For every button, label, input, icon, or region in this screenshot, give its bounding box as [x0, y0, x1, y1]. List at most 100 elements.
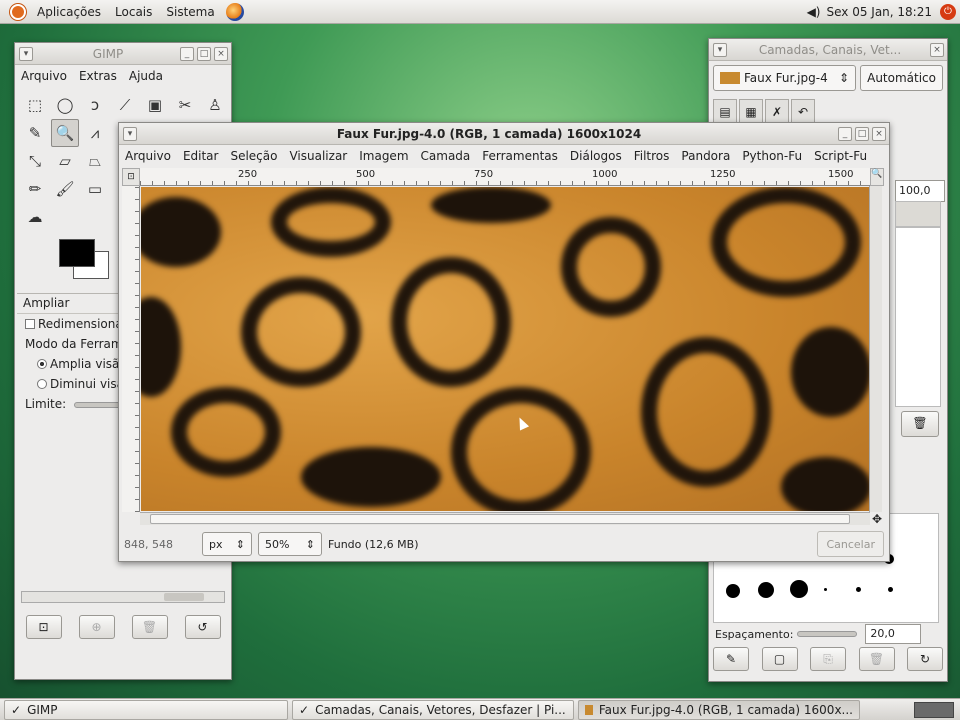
menu-python-fu[interactable]: Python-Fu	[736, 149, 808, 163]
new-brush-icon[interactable]: ▢	[761, 647, 798, 671]
menu-help[interactable]: Ajuda	[123, 69, 169, 83]
menu-applications[interactable]: Aplicações	[30, 5, 108, 19]
menu-system[interactable]: Sistema	[159, 5, 221, 19]
quick-mask-corner-icon[interactable]: ⊡	[122, 168, 140, 186]
maximize-icon[interactable]: □	[197, 46, 211, 61]
image-title: Faux Fur.jpg-4.0 (RGB, 1 camada) 1600x10…	[336, 126, 642, 141]
smudge-icon[interactable]: ☁	[21, 203, 49, 231]
firefox-launcher-icon[interactable]	[225, 2, 244, 21]
menu-image[interactable]: Imagem	[353, 149, 414, 163]
navigate-icon[interactable]: ✥	[870, 512, 884, 526]
close-icon[interactable]: ×	[872, 126, 886, 141]
reset-options-icon[interactable]: ↺	[184, 615, 221, 639]
cancel-button[interactable]: Cancelar	[817, 531, 884, 557]
window-menu-icon[interactable]: ▾	[713, 42, 727, 57]
scale-icon[interactable]: ⤡	[21, 147, 49, 175]
select-by-color-icon[interactable]: ▣	[141, 91, 169, 119]
volume-icon[interactable]: ◀)	[807, 5, 821, 19]
layers-titlebar[interactable]: ▾ Camadas, Canais, Vet... ×	[709, 39, 947, 61]
measure-icon[interactable]: ⩘	[81, 119, 109, 147]
magic-wand-icon[interactable]: ⟋	[111, 91, 139, 119]
toolbox-menubar: Arquivo Extras Ajuda	[15, 65, 231, 87]
task-layers-dock[interactable]: ✓ Camadas, Canais, Vetores, Desfazer | Pi…	[292, 699, 574, 720]
layer-row-active[interactable]	[895, 201, 941, 227]
menu-view[interactable]: Visualizar	[283, 149, 353, 163]
close-icon[interactable]: ×	[214, 46, 228, 61]
shear-icon[interactable]: ▱	[51, 147, 79, 175]
zoom-fit-icon[interactable]: 🔍	[870, 168, 884, 186]
auto-button[interactable]: Automático	[860, 65, 943, 91]
rect-select-icon[interactable]: ⬚	[21, 91, 49, 119]
spacing-slider[interactable]	[797, 631, 858, 637]
ubuntu-logo-icon[interactable]	[10, 3, 26, 20]
menu-layer[interactable]: Camada	[415, 149, 477, 163]
window-menu-icon[interactable]: ▾	[123, 126, 137, 141]
image-titlebar[interactable]: ▾ Faux Fur.jpg-4.0 (RGB, 1 camada) 1600x…	[119, 123, 889, 145]
menu-file[interactable]: Arquivo	[15, 69, 73, 83]
paths-tab-icon[interactable]: ✗	[765, 99, 789, 123]
toolbox-scrollbar[interactable]	[21, 591, 225, 603]
menu-filters[interactable]: Filtros	[628, 149, 676, 163]
vertical-ruler	[122, 186, 140, 512]
menu-edit[interactable]: Editar	[177, 149, 225, 163]
restore-options-icon[interactable]: ⊕	[78, 615, 115, 639]
foreground-color[interactable]	[59, 239, 95, 267]
refresh-brushes-icon[interactable]: ↻	[907, 647, 943, 671]
toolbox-title: GIMP	[92, 46, 124, 61]
menu-pandora[interactable]: Pandora	[675, 149, 736, 163]
task-gimp[interactable]: ✓ GIMP	[4, 699, 288, 720]
menu-dialogs[interactable]: Diálogos	[564, 149, 628, 163]
zoom-icon[interactable]: 🔍	[51, 119, 79, 147]
menu-tools[interactable]: Ferramentas	[476, 149, 564, 163]
menu-places[interactable]: Locais	[108, 5, 159, 19]
layers-title: Camadas, Canais, Vet...	[758, 42, 902, 57]
layers-tab-icon[interactable]: ▤	[713, 99, 737, 123]
workspace-switcher[interactable]	[914, 701, 954, 718]
opacity-field[interactable]: 100,0	[895, 180, 945, 202]
menu-extras[interactable]: Extras	[73, 69, 123, 83]
delete-brush-icon[interactable]: 🗑	[858, 647, 895, 671]
power-icon[interactable]: ⏻	[940, 3, 956, 20]
vertical-scrollbar[interactable]	[869, 186, 882, 512]
scissors-select-icon[interactable]: ✂	[171, 91, 199, 119]
channels-tab-icon[interactable]: ▦	[739, 99, 763, 123]
image-statusbar: 848, 548 px ⇕ 50% ⇕ Fundo (12,6 MB) Cancel…	[118, 526, 890, 562]
image-select[interactable]: Faux Fur.jpg-4 ⇕	[713, 65, 857, 91]
gimp-icon: ✓	[11, 702, 22, 717]
paintbrush-icon[interactable]: 🖌	[51, 175, 79, 203]
task-image-window[interactable]: Faux Fur.jpg-4.0 (RGB, 1 camada) 1600x..…	[578, 699, 860, 720]
horizontal-scrollbar[interactable]	[140, 512, 870, 525]
color-swatches	[35, 239, 109, 289]
menu-file[interactable]: Arquivo	[119, 149, 177, 163]
menu-script-fu[interactable]: Script-Fu	[808, 149, 873, 163]
edit-brush-icon[interactable]: ✎	[713, 647, 749, 671]
image-canvas[interactable]	[141, 187, 869, 511]
maximize-icon[interactable]: □	[855, 126, 869, 141]
close-icon[interactable]: ×	[930, 42, 944, 57]
perspective-icon[interactable]: ⏢	[81, 147, 109, 175]
foreground-select-icon[interactable]: ♙	[201, 91, 229, 119]
clock[interactable]: Sex 05 Jan, 18:21	[827, 5, 933, 19]
undo-tab-icon[interactable]: ↶	[791, 99, 815, 123]
minimize-icon[interactable]: _	[838, 126, 852, 141]
zoom-select[interactable]: 50% ⇕	[258, 532, 322, 556]
delete-layer-icon[interactable]: 🗑	[901, 411, 939, 437]
layers-list[interactable]	[895, 227, 941, 407]
lasso-icon[interactable]: ↄ	[81, 91, 109, 119]
unit-select[interactable]: px ⇕	[202, 532, 252, 556]
toolbox-titlebar[interactable]: ▾ GIMP _ □ ×	[15, 43, 231, 65]
spacing-field[interactable]: 20,0	[865, 624, 922, 644]
brushes-buttons: ✎ ▢ ⎘ 🗑 ↻	[713, 647, 943, 671]
ellipse-select-icon[interactable]: ◯	[51, 91, 79, 119]
eraser-icon[interactable]: ▭	[81, 175, 109, 203]
minimize-icon[interactable]: _	[180, 46, 194, 61]
delete-options-icon[interactable]: 🗑	[131, 615, 168, 639]
duplicate-brush-icon[interactable]: ⎘	[810, 647, 846, 671]
paths-icon[interactable]: ✎	[21, 119, 49, 147]
spacing-row: Espaçamento: 20,0	[715, 624, 922, 644]
window-menu-icon[interactable]: ▾	[19, 46, 33, 61]
spacing-label: Espaçamento:	[715, 627, 794, 641]
pencil-icon[interactable]: ✏	[21, 175, 49, 203]
save-options-icon[interactable]: ⊡	[25, 615, 62, 639]
menu-select[interactable]: Seleção	[224, 149, 283, 163]
